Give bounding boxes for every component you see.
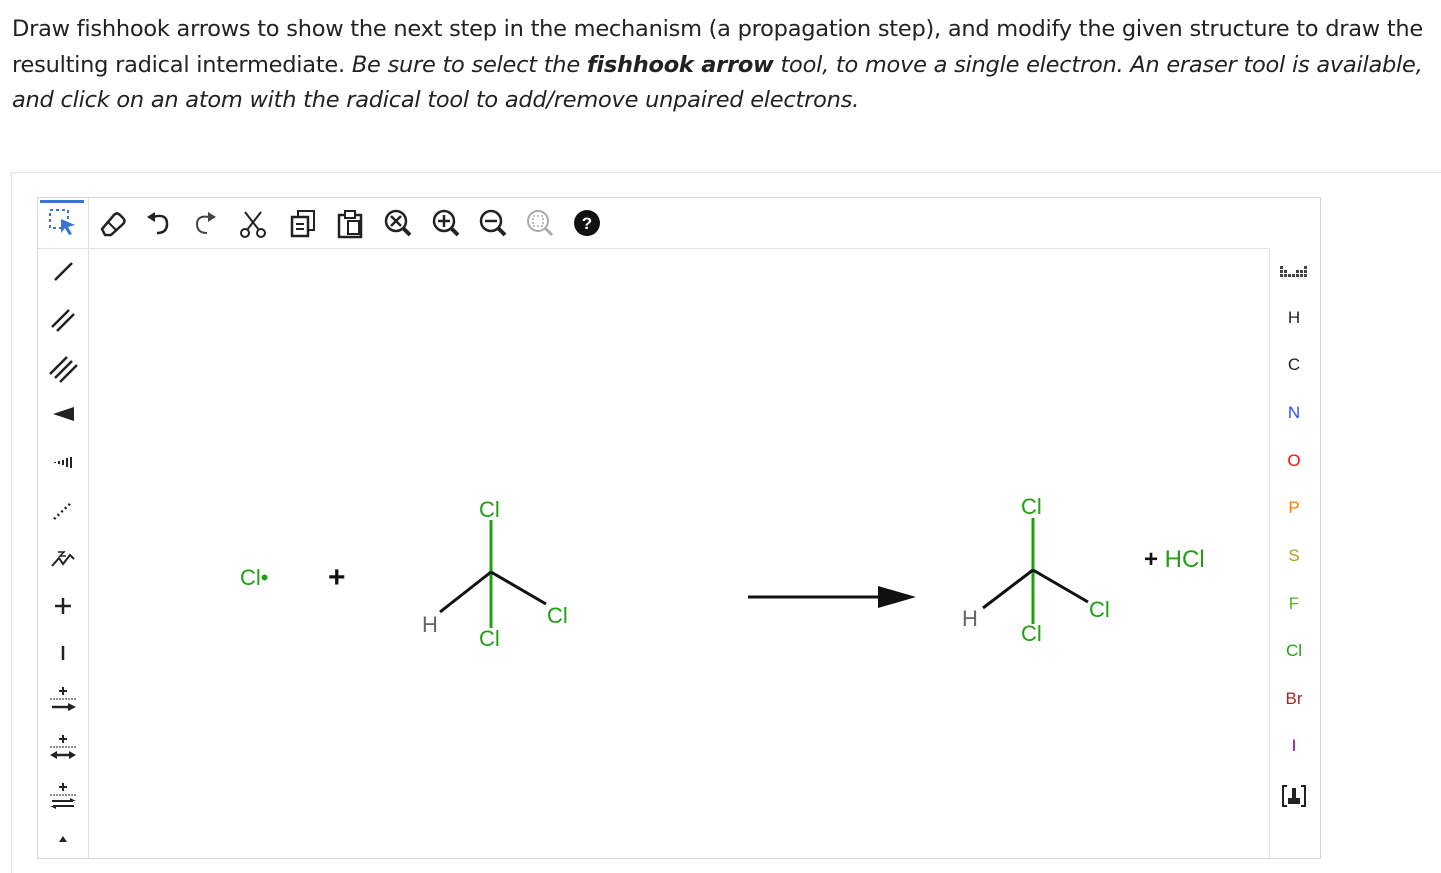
reactant-molecule[interactable]: Cl Cl Cl H: [422, 497, 568, 651]
product-molecule[interactable]: Cl Cl Cl H: [962, 494, 1110, 646]
hcl-byproduct[interactable]: + HCl: [1144, 546, 1205, 573]
atom-h[interactable]: H: [422, 612, 438, 637]
atom-cl-bottom[interactable]: Cl: [1021, 621, 1042, 646]
hcl-label: HCl: [1158, 546, 1205, 573]
atom-cl-top[interactable]: Cl: [1021, 494, 1042, 519]
bond-c-cl-right[interactable]: [1032, 568, 1089, 604]
atom-cl-top[interactable]: Cl: [479, 497, 500, 522]
reaction-arrow-head: [878, 586, 916, 608]
bond-c-h[interactable]: [439, 570, 492, 614]
drawing-canvas[interactable]: Cl• + Cl Cl Cl H Cl Cl Cl H + HCl: [0, 0, 1441, 843]
bond-c-cl-right[interactable]: [490, 570, 547, 606]
hcl-plus: +: [1144, 546, 1158, 573]
chlorine-radical[interactable]: Cl•: [240, 565, 268, 590]
plus-sign: +: [328, 561, 346, 594]
atom-cl-bottom[interactable]: Cl: [479, 626, 500, 651]
atom-cl-right[interactable]: Cl: [547, 603, 568, 628]
atom-cl-right[interactable]: Cl: [1089, 597, 1110, 622]
bond-c-h[interactable]: [982, 568, 1034, 610]
atom-h[interactable]: H: [962, 606, 978, 631]
